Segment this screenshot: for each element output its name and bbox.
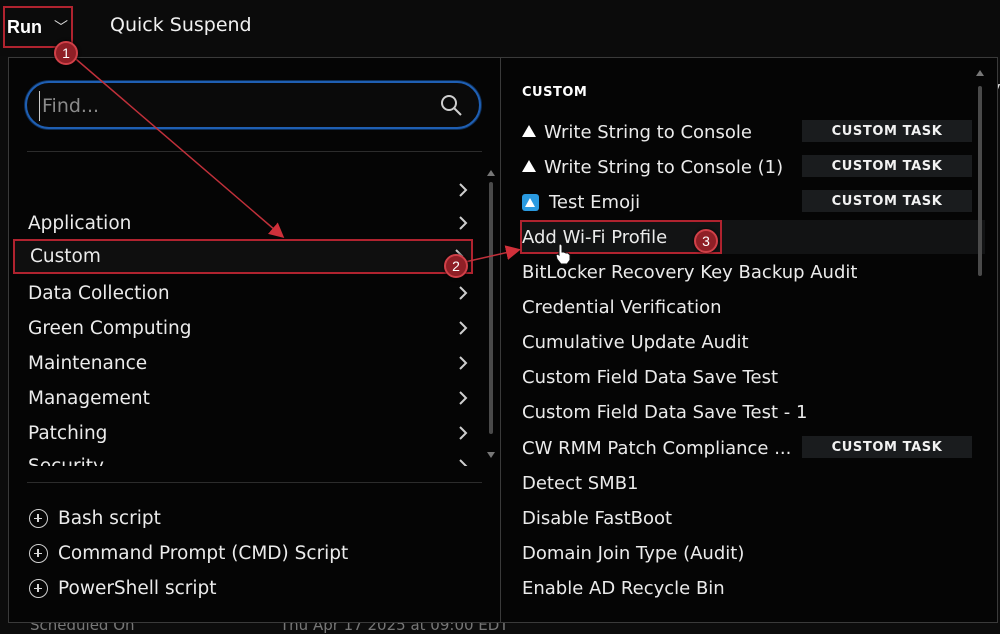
category-item-management[interactable]: Management [13, 381, 473, 416]
task-item[interactable]: Disable FastBoot [522, 501, 982, 535]
task-item[interactable]: Enable AD Recycle Bin [522, 571, 982, 605]
category-item-data-collection[interactable]: Data Collection [13, 276, 473, 311]
plus-circle-icon [29, 509, 48, 528]
category-item[interactable] [13, 173, 473, 208]
category-label: Patching [28, 423, 108, 444]
hand-cursor-icon [555, 243, 571, 265]
divider [27, 482, 482, 483]
run-dropdown-menu: Application Custom Data Collection Green… [8, 57, 998, 623]
task-label: Enable AD Recycle Bin [522, 577, 725, 599]
task-item[interactable]: Detect SMB1 [522, 466, 982, 500]
task-label: Test Emoji [549, 191, 641, 213]
script-action-label: PowerShell script [58, 578, 217, 599]
scroll-down-arrow-icon[interactable] [487, 452, 495, 458]
script-action-label: Bash script [58, 508, 161, 529]
task-item[interactable]: BitLocker Recovery Key Backup Audit [522, 255, 982, 289]
scrollbar-thumb[interactable] [489, 182, 493, 434]
triangle-icon [522, 125, 536, 137]
task-scrollbar[interactable] [976, 70, 984, 610]
plus-circle-icon [29, 579, 48, 598]
task-item[interactable]: Write String to Console CUSTOM TASK [522, 115, 982, 149]
chevron-right-icon [459, 321, 468, 335]
scroll-up-arrow-icon[interactable] [487, 170, 495, 176]
task-item[interactable]: Test Emoji CUSTOM TASK [522, 185, 982, 219]
task-label: Disable FastBoot [522, 507, 673, 529]
category-label: Application [28, 213, 132, 234]
section-heading: CUSTOM [522, 85, 588, 100]
plus-circle-icon [29, 544, 48, 563]
task-label: CW RMM Patch Compliance ... [522, 437, 792, 459]
run-label: Run [7, 16, 42, 37]
chevron-right-icon [459, 216, 468, 230]
task-label: Write String to Console (1) [544, 156, 784, 178]
task-item[interactable]: Domain Join Type (Audit) [522, 536, 982, 570]
task-item[interactable]: Write String to Console (1) CUSTOM TASK [522, 150, 982, 184]
chevron-right-icon [459, 459, 468, 466]
search-box [25, 81, 481, 129]
task-item-add-wifi-profile[interactable]: Add Wi-Fi Profile [520, 220, 722, 254]
scrollbar-thumb[interactable] [978, 86, 982, 276]
task-pane: CUSTOM Write String to Console CUSTOM TA… [501, 58, 997, 622]
task-label: Custom Field Data Save Test - 1 [522, 401, 808, 423]
category-label: Data Collection [28, 283, 170, 304]
task-item[interactable]: Cumulative Update Audit [522, 325, 982, 359]
divider [27, 151, 482, 152]
chevron-down-icon: ﹀ [54, 19, 68, 35]
task-label: Credential Verification [522, 296, 722, 318]
chevron-right-icon [459, 356, 468, 370]
script-action-label: Command Prompt (CMD) Script [58, 543, 349, 564]
top-bar: Run ﹀ Quick Suspend y [0, 0, 1000, 99]
custom-task-badge: CUSTOM TASK [802, 436, 972, 458]
add-bash-script-button[interactable]: Bash script [29, 508, 161, 529]
category-item-maintenance[interactable]: Maintenance [13, 346, 473, 381]
task-label: Detect SMB1 [522, 472, 639, 494]
search-icon[interactable] [439, 93, 463, 117]
chevron-right-icon [459, 183, 468, 197]
triangle-icon [522, 160, 536, 172]
chevron-right-icon [459, 391, 468, 405]
task-label: Custom Field Data Save Test [522, 366, 778, 388]
quick-suspend-button[interactable]: Quick Suspend [110, 14, 252, 36]
chevron-right-icon [459, 286, 468, 300]
category-label: Custom [30, 246, 101, 267]
chevron-right-icon [459, 426, 468, 440]
task-item[interactable]: Custom Field Data Save Test [522, 360, 982, 394]
callout-badge-3: 3 [694, 229, 718, 253]
category-item-patching[interactable]: Patching [13, 416, 473, 451]
task-item[interactable]: Custom Field Data Save Test - 1 [522, 395, 982, 429]
search-input[interactable] [39, 91, 424, 121]
scroll-up-arrow-icon[interactable] [976, 70, 984, 76]
task-item[interactable]: CW RMM Patch Compliance ... CUSTOM TASK [522, 431, 982, 465]
task-label: Write String to Console [544, 121, 752, 143]
task-label: Domain Join Type (Audit) [522, 542, 745, 564]
callout-badge-1: 1 [54, 41, 78, 65]
callout-badge-2: 2 [444, 254, 468, 278]
category-list: Application Custom Data Collection Green… [9, 166, 489, 466]
task-label: Add Wi-Fi Profile [522, 226, 668, 248]
category-pane: Application Custom Data Collection Green… [9, 58, 501, 622]
category-item-custom[interactable]: Custom [13, 239, 473, 274]
task-item[interactable]: Credential Verification [522, 290, 982, 324]
custom-task-badge: CUSTOM TASK [802, 155, 972, 177]
custom-task-badge: CUSTOM TASK [802, 120, 972, 142]
add-powershell-script-button[interactable]: PowerShell script [29, 578, 217, 599]
category-label: Green Computing [28, 318, 192, 339]
category-item-application[interactable]: Application [13, 206, 473, 241]
custom-task-badge: CUSTOM TASK [802, 190, 972, 212]
category-label: Security [28, 456, 104, 466]
category-label: Maintenance [28, 353, 148, 374]
task-label: Cumulative Update Audit [522, 331, 749, 353]
category-item-green-computing[interactable]: Green Computing [13, 311, 473, 346]
category-label: Management [28, 388, 150, 409]
category-item-security[interactable]: Security [13, 449, 473, 466]
task-label: BitLocker Recovery Key Backup Audit [522, 261, 858, 283]
category-scrollbar[interactable] [487, 170, 495, 460]
add-cmd-script-button[interactable]: Command Prompt (CMD) Script [29, 543, 348, 564]
emoji-triangle-icon [522, 193, 539, 211]
